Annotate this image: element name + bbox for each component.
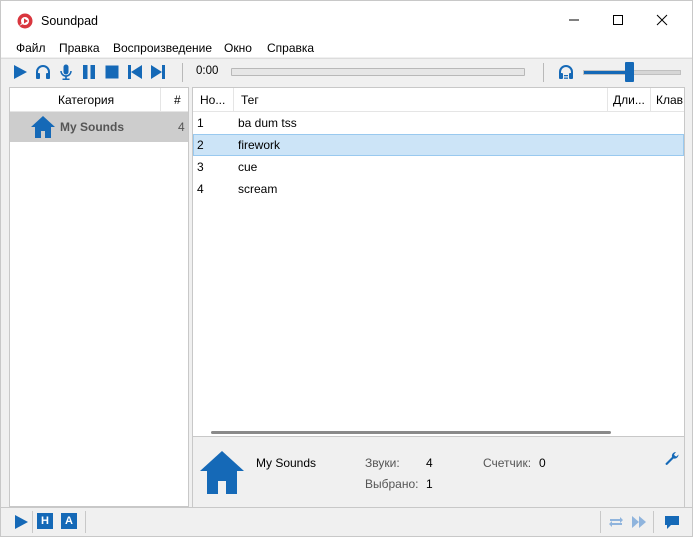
- sound-list-header: Но... Тег Дли... Клав: [193, 88, 684, 112]
- soundpad-logo-icon: [17, 13, 33, 29]
- playback-progress-bar[interactable]: [231, 68, 525, 76]
- sound-list: Но... Тег Дли... Клав 1 ba dum tss 2 fir…: [192, 87, 685, 437]
- playback-time: 0:00: [196, 65, 219, 77]
- repeat-icon[interactable]: [608, 514, 624, 530]
- horizontal-scrollbar[interactable]: [211, 431, 611, 434]
- category-panel: Категория # My Sounds 4: [9, 87, 189, 507]
- previous-icon[interactable]: [127, 64, 143, 80]
- next-icon[interactable]: [150, 64, 166, 80]
- tag-column-header[interactable]: Тег: [241, 93, 259, 107]
- menu-window[interactable]: Окно: [224, 41, 252, 55]
- hotkey-a-icon[interactable]: A: [61, 513, 77, 529]
- sound-tag: firework: [238, 138, 281, 152]
- status-bar: H A: [1, 507, 692, 536]
- home-category-icon: [31, 116, 55, 138]
- chat-bubble-icon[interactable]: [664, 514, 680, 530]
- category-column-header[interactable]: Категория: [58, 93, 114, 107]
- toolbar-separator: [182, 63, 183, 82]
- volume-fill: [584, 71, 630, 74]
- microphone-icon[interactable]: [58, 64, 74, 80]
- maximize-icon: [613, 15, 623, 25]
- column-divider[interactable]: [607, 88, 608, 112]
- column-divider[interactable]: [160, 88, 161, 112]
- toolbar-separator: [543, 63, 544, 82]
- category-item-my-sounds[interactable]: My Sounds 4: [10, 112, 188, 142]
- sound-row[interactable]: 4 scream: [193, 178, 684, 200]
- status-separator: [85, 511, 86, 533]
- selected-count-label: Выбрано:: [365, 477, 419, 491]
- menu-bar: Файл Правка Воспроизведение Окно Справка: [1, 39, 692, 57]
- title-bar: Soundpad: [1, 1, 692, 39]
- menu-edit[interactable]: Правка: [59, 41, 100, 55]
- play-counter-label: Счетчик:: [483, 456, 532, 470]
- selected-count-value: 1: [426, 477, 433, 491]
- sound-number: 2: [197, 138, 204, 152]
- maximize-button[interactable]: [595, 1, 641, 39]
- info-category-name: My Sounds: [256, 456, 317, 470]
- sound-row[interactable]: 3 cue: [193, 156, 684, 178]
- count-column-header[interactable]: #: [174, 93, 181, 107]
- category-name: My Sounds: [60, 120, 125, 134]
- wrench-icon[interactable]: [664, 451, 680, 467]
- sound-tag: scream: [238, 182, 278, 196]
- sound-number: 4: [197, 182, 204, 196]
- menu-help[interactable]: Справка: [267, 41, 314, 55]
- soundpad-window: Soundpad Файл Правка Воспроизведение Окн…: [0, 0, 693, 537]
- stop-icon[interactable]: [104, 64, 120, 80]
- status-separator: [653, 511, 654, 533]
- volume-slider-thumb[interactable]: [625, 62, 635, 82]
- minimize-icon: [569, 19, 579, 21]
- toolbar: 0:00: [1, 58, 692, 85]
- status-separator: [32, 511, 33, 533]
- sound-number: 1: [197, 116, 204, 130]
- sound-tag: ba dum tss: [238, 116, 297, 130]
- number-column-header[interactable]: Но...: [200, 93, 230, 107]
- category-count: 4: [178, 120, 185, 134]
- status-separator: [600, 511, 601, 533]
- hotkey-column-header[interactable]: Клав: [656, 93, 684, 107]
- window-title: Soundpad: [41, 14, 99, 28]
- play-counter-value: 0: [539, 456, 546, 470]
- sound-tag: cue: [238, 160, 258, 174]
- headphones-icon[interactable]: [35, 64, 51, 80]
- sounds-count-value: 4: [426, 456, 433, 470]
- hotkey-h-icon[interactable]: H: [37, 513, 53, 529]
- menu-file[interactable]: Файл: [16, 41, 46, 55]
- home-category-large-icon: [200, 451, 244, 494]
- play-icon[interactable]: [12, 64, 28, 80]
- sound-number: 3: [197, 160, 204, 174]
- column-divider[interactable]: [650, 88, 651, 112]
- sounds-count-label: Звуки:: [365, 456, 400, 470]
- menu-playback[interactable]: Воспроизведение: [113, 41, 212, 55]
- sound-row[interactable]: 1 ba dum tss: [193, 112, 684, 134]
- category-list-header: Категория #: [10, 88, 188, 112]
- minimize-button[interactable]: [551, 1, 597, 39]
- play-icon[interactable]: [13, 514, 29, 530]
- category-info-panel: My Sounds Звуки: 4 Счетчик: 0 Выбрано: 1: [192, 437, 685, 507]
- close-button[interactable]: [639, 1, 685, 39]
- pause-icon[interactable]: [81, 64, 97, 80]
- close-icon: [656, 14, 668, 26]
- sound-row-selected[interactable]: 2 firework: [193, 134, 684, 156]
- column-divider[interactable]: [233, 88, 234, 112]
- headphones-volume-icon[interactable]: [558, 64, 574, 80]
- fast-forward-icon[interactable]: [631, 514, 647, 530]
- duration-column-header[interactable]: Дли...: [613, 93, 649, 107]
